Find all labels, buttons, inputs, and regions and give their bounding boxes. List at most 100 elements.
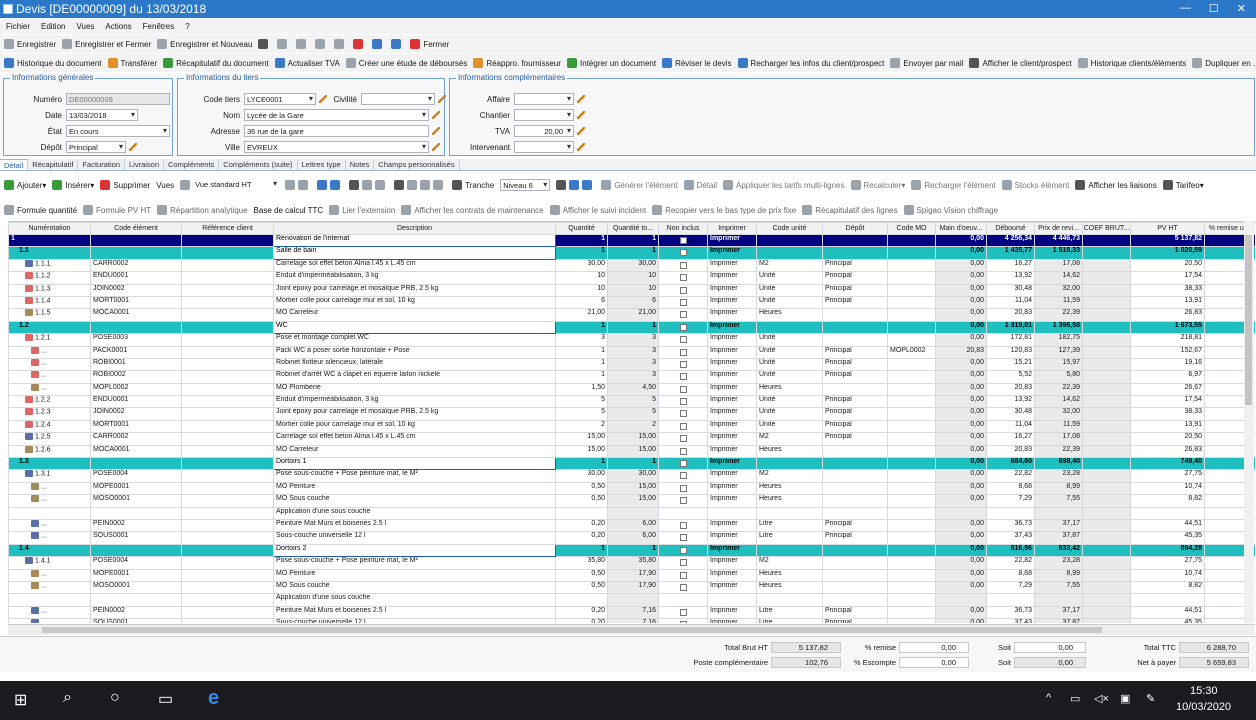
cost-price-cell[interactable] — [1034, 593, 1083, 607]
not-included-cell[interactable] — [658, 481, 708, 496]
quantity-cell[interactable]: 35,80 — [555, 556, 608, 570]
unit-code-cell[interactable] — [756, 506, 823, 521]
print-cell[interactable]: Imprimer — [707, 271, 757, 285]
print-cell[interactable]: Imprimer — [707, 370, 757, 384]
grid-horizontal-scrollbar[interactable] — [8, 624, 1255, 635]
print-cell[interactable]: Imprimer — [707, 457, 757, 471]
description-cell[interactable]: MO Sous couche — [273, 580, 556, 595]
table-row[interactable]: 1.2.3 JOIN0002 Joint époxy pour carrelage … — [8, 407, 1255, 421]
description-cell[interactable]: Sous-couche universelle 12 l — [273, 618, 556, 623]
next-button[interactable] — [391, 39, 404, 49]
coef-cell[interactable] — [1082, 593, 1131, 607]
unit-code-cell[interactable]: M2 — [756, 258, 823, 273]
labor-cell[interactable]: 20,83 — [935, 345, 987, 359]
labor-cell[interactable]: 0,00 — [935, 233, 987, 248]
coef-cell[interactable] — [1082, 457, 1131, 471]
element-code-cell[interactable] — [90, 320, 182, 335]
chantier-select[interactable] — [514, 109, 574, 121]
quantity-cell[interactable]: 0,50 — [555, 481, 608, 496]
description-cell[interactable]: Mortier colle pour carrelage mur et sol,… — [273, 295, 556, 310]
description-cell[interactable]: Peinture Mat Murs et boiseries 2.5 l — [273, 605, 556, 620]
horizontal-scroll-thumb[interactable] — [42, 627, 1102, 633]
fermer-button[interactable]: Fermer — [410, 39, 449, 49]
cost-cell[interactable]: 4 256,34 — [986, 233, 1035, 248]
view-select[interactable]: Vue standard HT — [180, 179, 280, 191]
description-cell[interactable]: Carrelage sol effet béton Alma l.45 x L.… — [273, 432, 556, 446]
depot-cell[interactable]: Principal — [822, 295, 888, 310]
labor-code-cell[interactable] — [887, 580, 936, 595]
afficher-le-client-prospect-button[interactable]: Afficher le client/prospect — [969, 58, 1072, 68]
edge-browser-icon[interactable]: e — [208, 687, 219, 710]
not-included-checkbox[interactable] — [679, 460, 687, 468]
column-header-debourse[interactable]: Déboursé — [986, 222, 1035, 235]
total-quantity-cell[interactable]: 3 — [607, 345, 659, 359]
not-included-cell[interactable] — [658, 246, 708, 260]
description-cell[interactable]: Robinet d'arrêt WC à clapet en équerre l… — [273, 370, 556, 384]
labor-code-cell[interactable] — [887, 481, 936, 496]
coef-cell[interactable] — [1082, 531, 1131, 545]
tranche-control[interactable]: Tranche — [452, 180, 494, 190]
print-cell[interactable]: Imprimer — [707, 469, 757, 483]
cost-price-cell[interactable]: 23,28 — [1034, 556, 1083, 570]
labor-code-cell[interactable] — [887, 246, 936, 260]
description-cell[interactable]: Dortoirs 2 — [273, 543, 556, 558]
cost-price-cell[interactable]: 11,59 — [1034, 419, 1083, 434]
total-quantity-cell[interactable]: 15,00 — [607, 481, 659, 496]
total-quantity-cell[interactable]: 1 — [607, 233, 659, 248]
quantity-cell[interactable]: 10 — [555, 271, 608, 285]
repartition-analytique-button[interactable]: Répartition analytique — [157, 205, 248, 215]
edit-pencil-icon[interactable] — [129, 143, 137, 151]
cost-price-cell[interactable]: 127,39 — [1034, 345, 1083, 359]
print-cell[interactable]: Imprimer — [707, 444, 757, 459]
undo-button[interactable] — [296, 39, 309, 49]
table-row[interactable]: ... MOPE0001 MO Peinture 0,50 17,90 Imprimer H… — [8, 568, 1255, 582]
unit-code-cell[interactable]: Litre — [756, 518, 823, 533]
menu-fichier[interactable]: Fichier — [6, 22, 30, 31]
cost-price-cell[interactable]: 32,00 — [1034, 407, 1083, 421]
labor-cell[interactable]: 0,00 — [935, 357, 987, 372]
client-ref-cell[interactable] — [181, 568, 274, 582]
creer-une-etude-de-debourses-button[interactable]: Créer une étude de déboursés — [345, 58, 467, 68]
cost-cell[interactable]: 13,92 — [986, 395, 1035, 409]
cost-price-cell[interactable]: 23,28 — [1034, 469, 1083, 483]
column-header-code-mo[interactable]: Code MO — [887, 222, 936, 235]
element-code-cell[interactable] — [90, 593, 182, 607]
cost-cell[interactable]: 20,83 — [986, 444, 1035, 459]
column-header-reference-client[interactable]: Référence client — [181, 222, 274, 235]
depot-cell[interactable] — [822, 333, 888, 347]
not-included-cell[interactable] — [658, 457, 708, 471]
quantity-cell[interactable]: 1,50 — [555, 382, 608, 397]
description-cell[interactable]: Pose sous-couche + Pose peinture mat, le… — [273, 469, 556, 483]
client-ref-cell[interactable] — [181, 556, 274, 570]
not-included-checkbox[interactable] — [679, 385, 687, 393]
print-cell[interactable]: Imprimer — [707, 568, 757, 582]
not-included-cell[interactable] — [658, 395, 708, 409]
edit-pencil-icon[interactable] — [577, 143, 585, 151]
description-cell[interactable]: Application d'une sous couche — [273, 593, 556, 607]
not-included-checkbox[interactable] — [679, 398, 687, 406]
cortana-icon[interactable]: ○ — [110, 689, 120, 707]
zoom-in-icon[interactable] — [407, 180, 418, 190]
labor-code-cell[interactable] — [887, 283, 936, 297]
clock-date[interactable]: 10/03/2020 — [1176, 701, 1231, 713]
labor-cell[interactable]: 0,00 — [935, 444, 987, 459]
not-included-checkbox[interactable] — [679, 472, 687, 480]
labor-cell[interactable]: 0,00 — [935, 271, 987, 285]
not-included-cell[interactable] — [658, 556, 708, 570]
cost-cell[interactable]: 30,48 — [986, 407, 1035, 421]
cost-price-cell[interactable]: 14,62 — [1034, 271, 1083, 285]
adresse-field[interactable]: 36 rue de la gare — [244, 125, 429, 137]
close-window-button[interactable]: ✕ — [1237, 2, 1246, 15]
element-code-cell[interactable]: MORT0001 — [90, 419, 182, 434]
sale-price-cell[interactable]: 10,74 — [1130, 481, 1205, 496]
delete-line-button[interactable]: Supprimer — [100, 180, 150, 190]
code-tiers-select[interactable]: LYCE0001 — [244, 93, 316, 105]
paste-icon[interactable] — [375, 180, 386, 190]
coef-cell[interactable] — [1082, 543, 1131, 558]
unit-code-cell[interactable] — [756, 246, 823, 260]
cost-cell[interactable]: 1 319,01 — [986, 320, 1035, 335]
delete-button[interactable] — [353, 39, 366, 49]
cost-cell[interactable]: 172,81 — [986, 333, 1035, 347]
coef-cell[interactable] — [1082, 295, 1131, 310]
labor-cell[interactable] — [935, 506, 987, 521]
